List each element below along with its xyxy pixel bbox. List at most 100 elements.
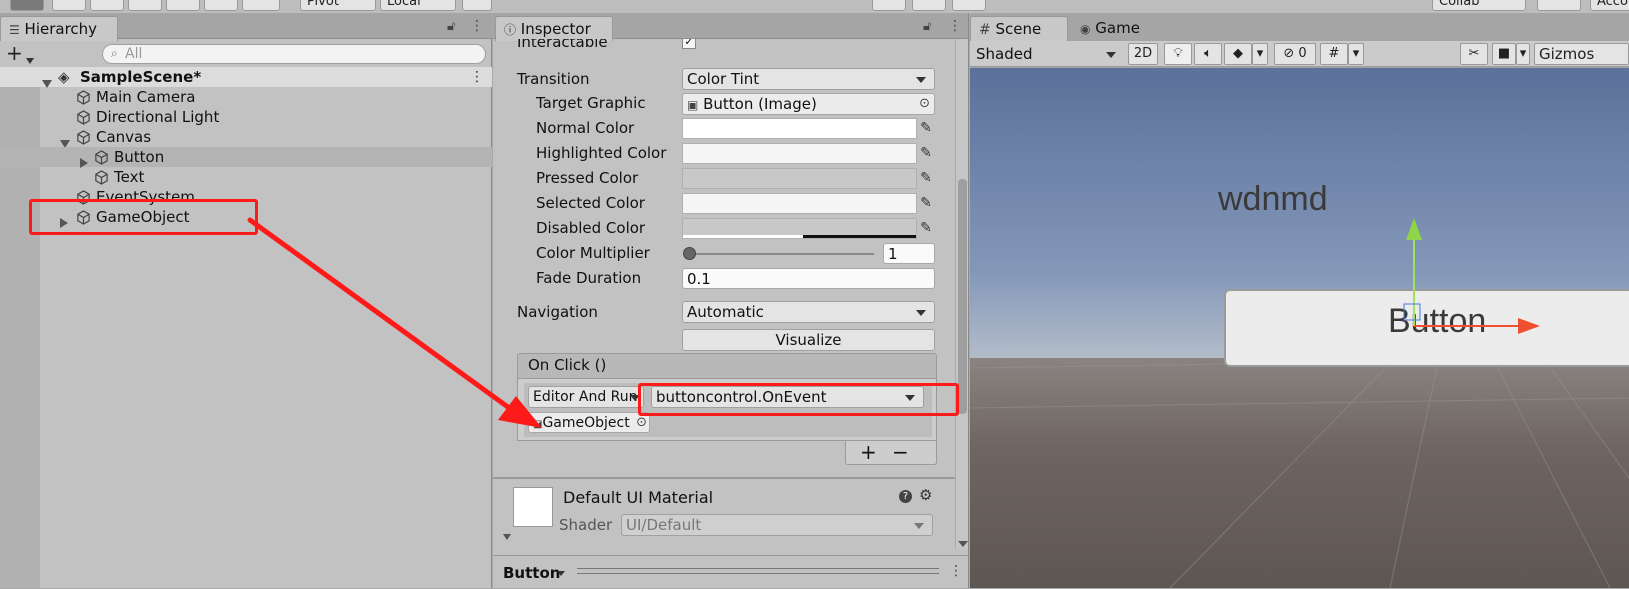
navigation-dropdown[interactable]: Automatic <box>682 301 935 323</box>
shader-dropdown[interactable]: UI/Default <box>621 514 933 536</box>
gear-icon[interactable]: ⚙ <box>919 486 932 504</box>
pressed-color-swatch[interactable] <box>682 168 917 189</box>
preview-dropdown-arrow-icon[interactable] <box>557 571 565 576</box>
event-target-object-field[interactable]: ◪GameObject ⊙ <box>528 412 650 433</box>
interactable-checkbox[interactable]: ✓ <box>682 39 696 49</box>
step-button[interactable] <box>952 0 986 11</box>
grid-toggle-icon[interactable]: # <box>1320 43 1348 65</box>
camera-icon[interactable]: ■ <box>1492 43 1516 65</box>
tree-item-canvas[interactable]: Canvas <box>0 127 492 148</box>
rotate-tool-button[interactable] <box>90 0 124 11</box>
eyedropper-icon[interactable]: ✎ <box>915 118 937 139</box>
tab-inspector[interactable]: ⓘ Inspector <box>495 16 613 41</box>
color-multiplier-input[interactable]: 1 <box>883 243 935 264</box>
cloud-button[interactable] <box>1537 0 1581 11</box>
tree-item-label: Text <box>114 168 145 186</box>
tools-icon[interactable]: ✂ <box>1460 43 1488 65</box>
lighting-toggle-icon[interactable]: 💡︎ <box>1164 43 1192 65</box>
tab-hierarchy[interactable]: ☰ Hierarchy <box>0 16 118 41</box>
hierarchy-search-input[interactable]: ⌕ All <box>102 44 486 64</box>
preview-drag-handle[interactable] <box>577 568 939 574</box>
create-add-icon[interactable]: + <box>6 43 23 63</box>
add-event-button[interactable]: + <box>860 441 877 463</box>
tree-item-main-camera[interactable]: Main Camera <box>0 87 492 107</box>
normal-color-swatch[interactable] <box>682 118 917 139</box>
play-button[interactable] <box>872 0 906 11</box>
tree-item-directional-light[interactable]: Directional Light <box>0 107 492 127</box>
highlighted-color-label: Highlighted Color <box>536 144 667 162</box>
transition-dropdown[interactable]: Color Tint <box>682 68 935 90</box>
shader-value: UI/Default <box>626 516 702 534</box>
fade-duration-input[interactable]: 0.1 <box>682 268 935 289</box>
scene-viewport[interactable]: wdnmd Button <box>970 68 1629 588</box>
eyedropper-icon[interactable]: ✎ <box>915 193 937 214</box>
effects-dropdown-icon[interactable]: ▾ <box>1252 43 1268 65</box>
tree-item-label: GameObject <box>96 208 190 226</box>
visualize-button[interactable]: Visualize <box>682 329 935 351</box>
inspector-lock-icon[interactable]: 🔓︎ <box>923 19 931 34</box>
gameobject-foldout-icon[interactable] <box>60 212 68 232</box>
pause-button[interactable] <box>912 0 946 11</box>
move-tool-button[interactable] <box>52 0 86 11</box>
help-icon[interactable]: ? <box>899 490 912 503</box>
target-graphic-field[interactable]: ▣ Button (Image) ⊙ <box>682 93 935 115</box>
scrollbar-thumb[interactable] <box>958 179 967 414</box>
object-picker-icon[interactable]: ⊙ <box>634 413 647 432</box>
gizmos-dropdown[interactable]: Gizmos <box>1534 43 1629 65</box>
scale-tool-button[interactable] <box>128 0 162 11</box>
view-tool-button[interactable] <box>10 0 44 11</box>
tab-scene[interactable]: # Scene <box>970 16 1068 41</box>
move-gizmo[interactable] <box>1400 218 1560 338</box>
material-foldout-icon[interactable] <box>503 527 511 545</box>
tree-item-text[interactable]: Text <box>0 167 492 187</box>
eyedropper-icon[interactable]: ✎ <box>915 168 937 189</box>
scroll-down-icon[interactable] <box>958 541 968 547</box>
onclick-list: Editor And Run buttoncontrol.OnEvent ◪Ga… <box>517 379 937 441</box>
custom-tool-button[interactable] <box>242 0 280 11</box>
rect-tool-button[interactable] <box>166 0 200 11</box>
info-icon: ⓘ <box>504 23 517 37</box>
audio-toggle-icon[interactable]: 🔈︎ <box>1194 43 1222 65</box>
function-dropdown[interactable]: buttoncontrol.OnEvent <box>651 386 924 408</box>
lock-icon[interactable]: 🔓︎ <box>447 19 455 34</box>
object-picker-icon[interactable]: ⊙ <box>919 94 930 114</box>
preview-menu-icon[interactable]: ⋮ <box>949 563 963 579</box>
eyedropper-icon[interactable]: ✎ <box>915 218 937 239</box>
camera-dropdown-icon[interactable]: ▾ <box>1516 43 1530 65</box>
x-axis-arrow-icon <box>1518 318 1540 334</box>
scene-row[interactable]: ◈ SampleScene* ⋮ <box>0 67 492 88</box>
remove-event-button[interactable]: − <box>892 441 909 463</box>
preview-object-label[interactable]: Button <box>503 564 560 582</box>
gameobject-cube-icon <box>77 130 90 145</box>
color-multiplier-slider-thumb[interactable] <box>683 247 696 260</box>
local-button[interactable]: Local <box>380 0 456 11</box>
eyedropper-icon[interactable]: ✎ <box>915 143 937 164</box>
collab-button[interactable]: Collab <box>1432 0 1526 11</box>
hidden-objects-toggle[interactable]: ⊘ 0 <box>1274 43 1316 65</box>
disabled-color-swatch[interactable] <box>682 218 917 239</box>
toggle-2d-label: 2D <box>1133 46 1153 61</box>
toggle-2d-button[interactable]: 2D <box>1128 43 1158 65</box>
account-button[interactable]: Acco <box>1590 0 1629 11</box>
tree-item-gameobject[interactable]: GameObject <box>0 207 492 228</box>
grid-dropdown-icon[interactable]: ▾ <box>1348 43 1364 65</box>
tree-item-button[interactable]: Button <box>0 147 492 168</box>
panel-menu-icon[interactable]: ⋮ <box>470 18 484 34</box>
inspector-tab-label: Inspector <box>520 20 591 38</box>
grid-snap-button[interactable] <box>462 0 492 11</box>
target-graphic-label: Target Graphic <box>536 94 646 112</box>
selected-color-swatch[interactable] <box>682 193 917 214</box>
tab-game[interactable]: ◉ Game <box>1072 16 1170 41</box>
inspector-menu-icon[interactable]: ⋮ <box>948 18 962 34</box>
highlighted-color-swatch[interactable] <box>682 143 917 164</box>
transform-tool-button[interactable] <box>204 0 238 11</box>
draw-mode-dropdown[interactable]: Shaded <box>972 43 1122 65</box>
runtime-dropdown[interactable]: Editor And Run <box>528 386 644 408</box>
scene-menu-icon[interactable]: ⋮ <box>470 67 484 87</box>
effects-toggle-icon[interactable]: ◆ <box>1224 43 1252 65</box>
color-multiplier-slider-track[interactable] <box>689 253 874 255</box>
inspector-scrollbar[interactable] <box>955 39 968 549</box>
tree-item-eventsystem[interactable]: EventSystem <box>0 187 492 207</box>
world-text[interactable]: wdnmd <box>1218 180 1328 219</box>
pivot-button[interactable]: Pivot <box>300 0 376 11</box>
